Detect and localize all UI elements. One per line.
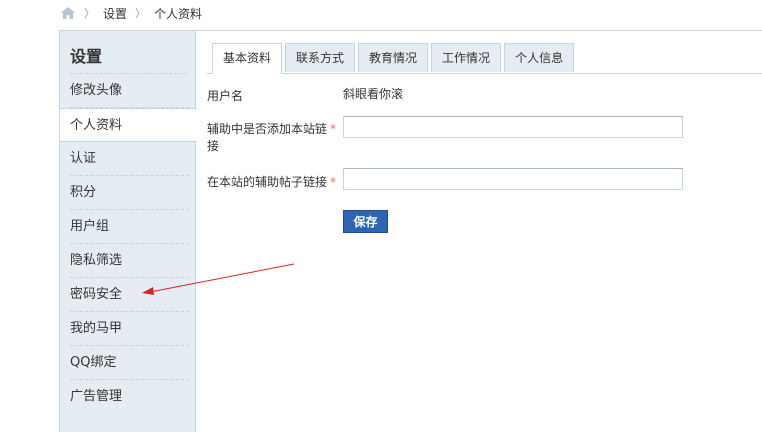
sidebar-item-qq[interactable]: QQ绑定	[60, 346, 197, 380]
tab-contact[interactable]: 联系方式	[285, 43, 356, 72]
post-link-field[interactable]	[343, 168, 683, 190]
sidebar-item-label: 隐私筛选	[70, 253, 123, 268]
tab-basic-info[interactable]: 基本资料	[212, 43, 283, 74]
breadcrumb-item-settings[interactable]: 设置	[103, 5, 127, 22]
tab-personal[interactable]: 个人信息	[504, 43, 575, 72]
home-icon[interactable]	[60, 6, 76, 20]
tab-work[interactable]: 工作情况	[431, 43, 502, 72]
tab-bar: 基本资料 联系方式 教育情况 工作情况 个人信息	[212, 43, 575, 74]
field2-label-text: 在本站的辅助帖子链接	[207, 175, 328, 189]
sidebar-item-label: 密码安全	[70, 287, 123, 302]
sidebar-item-label: 广告管理	[70, 389, 123, 404]
save-button[interactable]: 保存	[343, 210, 388, 233]
sidebar-item-label: 用户组	[70, 219, 110, 234]
sidebar-title: 设置	[70, 47, 103, 66]
required-mark: *	[330, 175, 337, 189]
sidebar-item-label: 修改头像	[70, 83, 123, 98]
divider	[207, 73, 762, 74]
sidebar: 设置 修改头像 个人资料 认证 积分 用户组 隐私筛选 密码安全 我的马甲 QQ…	[60, 31, 197, 432]
field1-label-text-cont: 接	[207, 139, 220, 153]
username-label: 用户名	[207, 89, 244, 103]
sidebar-item-label: 我的马甲	[70, 321, 123, 336]
site-link-field[interactable]	[343, 116, 683, 138]
sidebar-item-label: 认证	[70, 151, 97, 166]
breadcrumb-item-profile[interactable]: 个人资料	[154, 5, 202, 22]
sidebar-item-label: 个人资料	[70, 118, 123, 133]
breadcrumb-separator: 〉	[84, 7, 95, 20]
field1-label-text: 辅助中是否添加本站链	[207, 122, 328, 136]
required-mark: *	[330, 122, 337, 136]
sidebar-item-sockpuppet[interactable]: 我的马甲	[60, 312, 197, 346]
breadcrumb-separator: 〉	[135, 7, 147, 20]
sidebar-item-usergroup[interactable]: 用户组	[60, 210, 197, 244]
username-value: 斜眼看你滚	[343, 87, 404, 101]
field2-label: 在本站的辅助帖子链接 *	[207, 173, 336, 190]
sidebar-item-avatar[interactable]: 修改头像	[60, 74, 197, 108]
sidebar-item-verify[interactable]: 认证	[60, 142, 197, 176]
sidebar-item-privacy[interactable]: 隐私筛选	[60, 244, 197, 278]
sidebar-item-ads[interactable]: 广告管理	[60, 380, 197, 414]
sidebar-item-credits[interactable]: 积分	[60, 176, 197, 210]
field1-label: 辅助中是否添加本站链 * 接	[207, 121, 336, 155]
sidebar-item-label: 积分	[70, 185, 97, 200]
sidebar-item-password[interactable]: 密码安全	[60, 278, 197, 312]
sidebar-item-profile[interactable]: 个人资料	[60, 108, 197, 142]
tab-education[interactable]: 教育情况	[358, 43, 429, 72]
breadcrumb: 〉 设置 〉 个人资料	[60, 4, 202, 22]
sidebar-item-label: QQ绑定	[70, 355, 117, 370]
